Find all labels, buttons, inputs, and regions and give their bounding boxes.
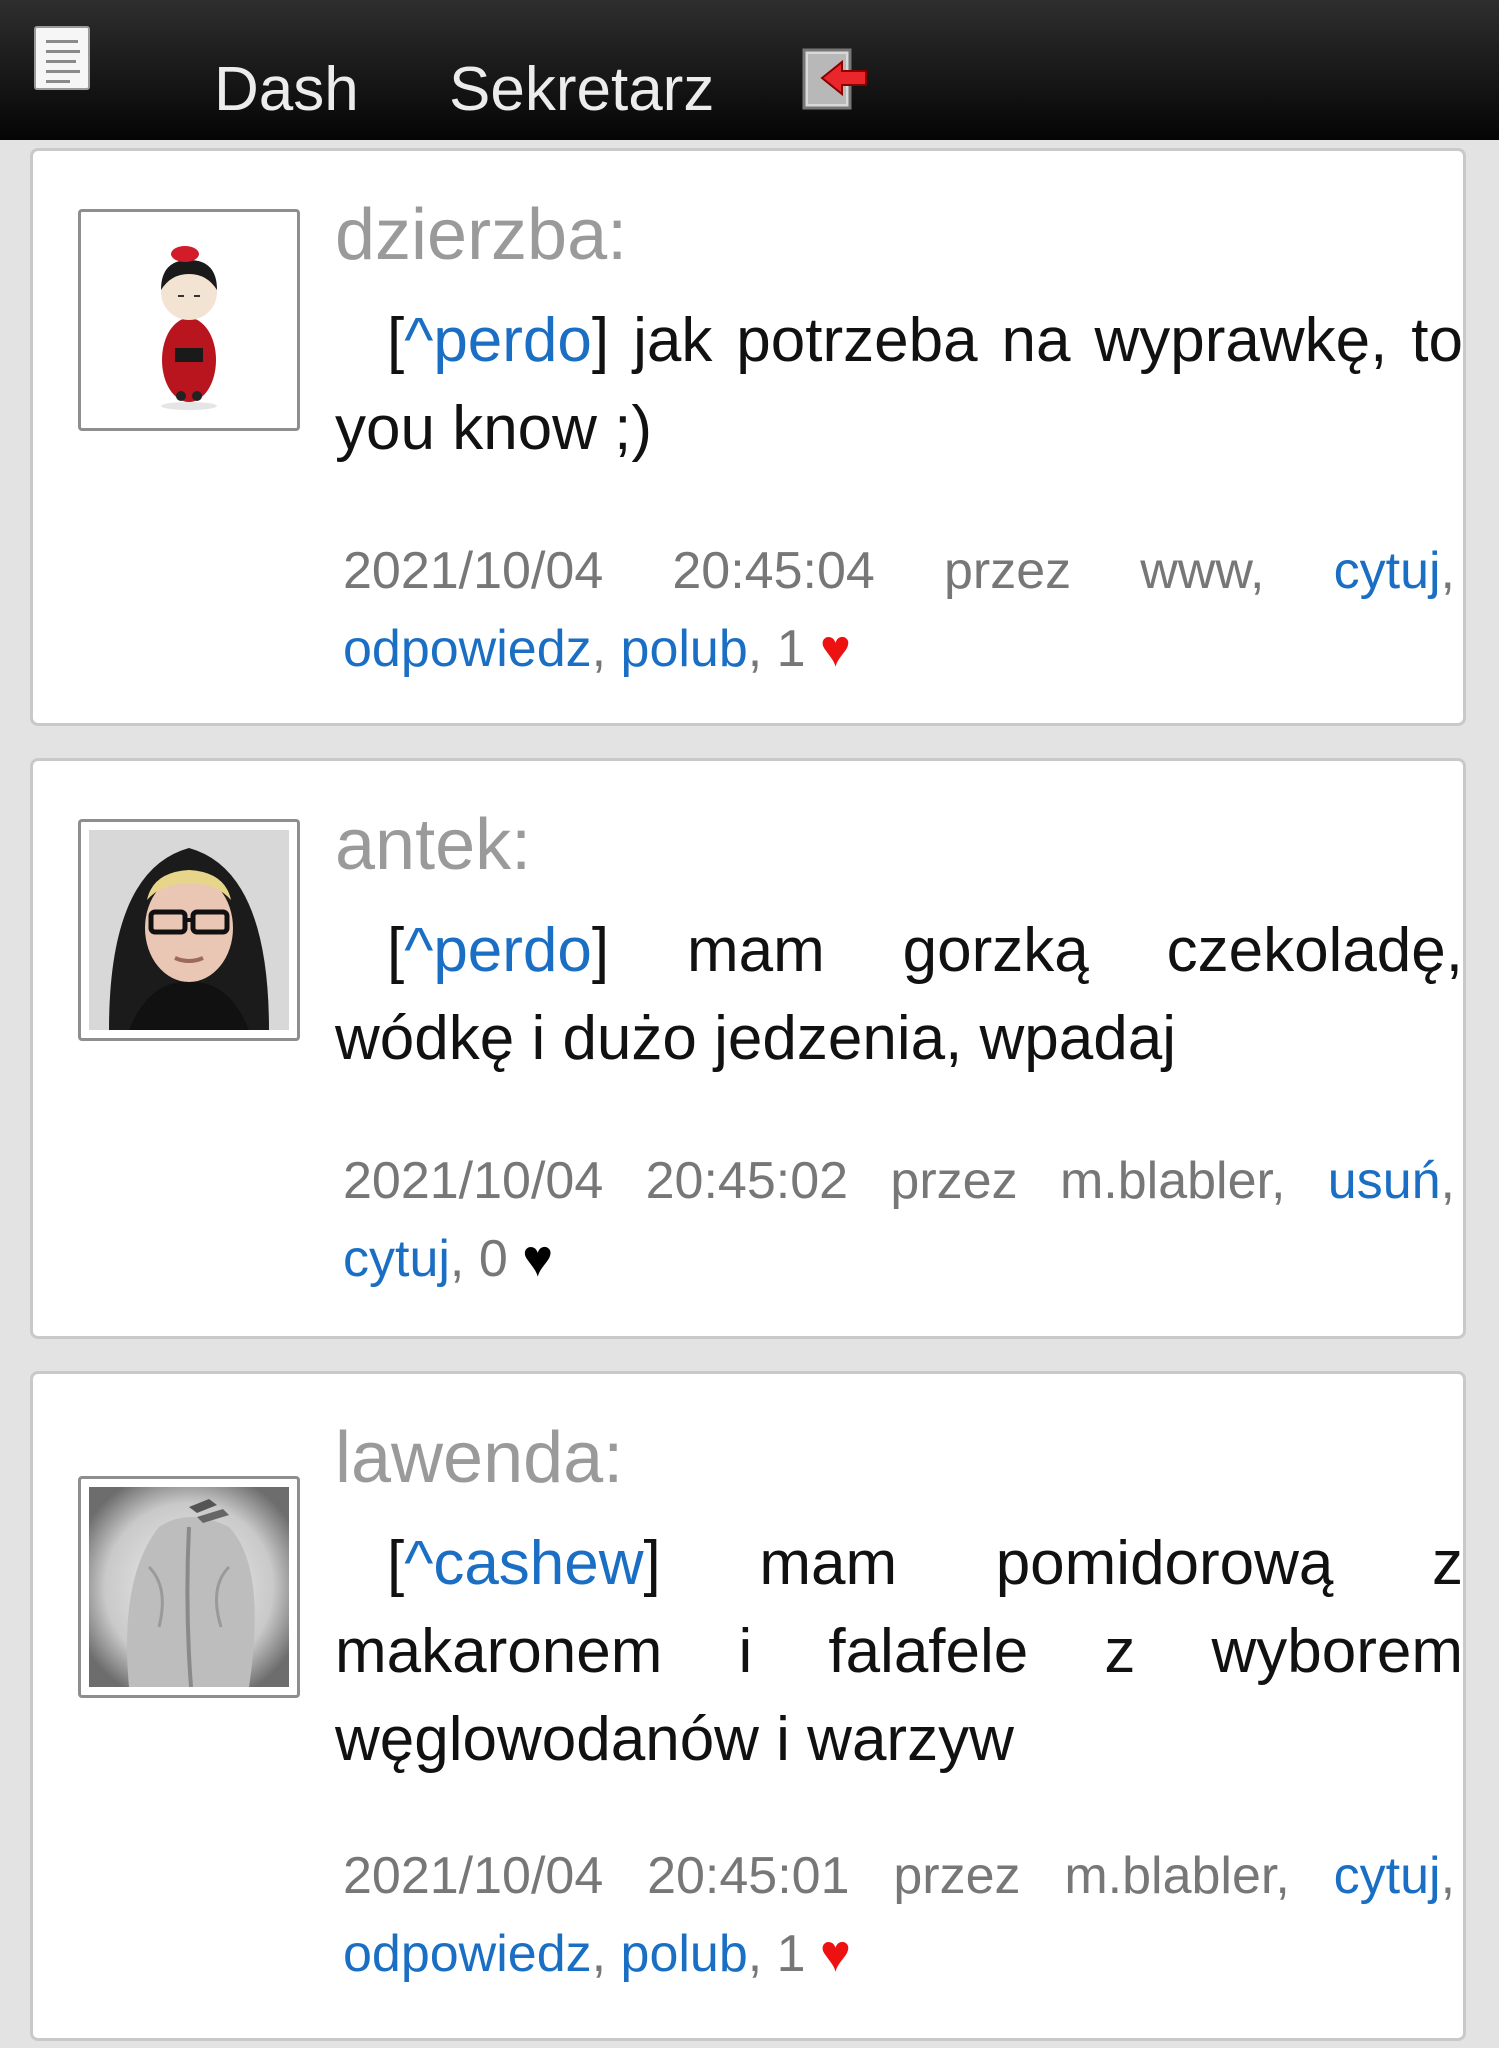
like-link[interactable]: polub	[621, 1925, 748, 1983]
quote-link[interactable]: cytuj	[1334, 542, 1441, 600]
mention-link[interactable]: ^perdo	[404, 306, 592, 375]
reply-link[interactable]: odpowiedz	[343, 620, 592, 678]
timestamp: 2021/10/04 20:45:01	[343, 1847, 850, 1905]
post-meta: 2021/10/04 20:45:04 przez www, cytuj, od…	[343, 542, 1455, 678]
post-author[interactable]: lawenda:	[335, 1418, 623, 1498]
quote-link[interactable]: cytuj	[1334, 1847, 1441, 1905]
heart-icon: ♥	[522, 1230, 554, 1288]
menu-icon[interactable]	[34, 26, 90, 90]
post-meta: 2021/10/04 20:45:01 przez m.blabler, cyt…	[343, 1847, 1456, 1983]
post-message: [^perdo] jak potrzeba na wyprawkę, to yo…	[335, 306, 1463, 463]
logout-icon[interactable]	[800, 44, 870, 112]
mention-link[interactable]: ^cashew	[404, 1529, 643, 1598]
like-link[interactable]: polub	[621, 620, 748, 678]
via-label: przez m.blabler,	[890, 1152, 1286, 1210]
nav-dash-link[interactable]: Dash	[214, 50, 359, 130]
like-count: 1	[776, 620, 806, 678]
nav-sekretarz-link[interactable]: Sekretarz	[449, 50, 714, 130]
timestamp: 2021/10/04 20:45:04	[343, 542, 875, 600]
delete-link[interactable]: usuń	[1328, 1152, 1441, 1210]
post-author[interactable]: antek:	[335, 805, 531, 885]
like-count: 1	[776, 1925, 806, 1983]
avatar[interactable]	[78, 1476, 300, 1698]
like-count: 0	[478, 1230, 508, 1288]
top-navigation-bar: Dash Sekretarz	[0, 0, 1499, 140]
timestamp: 2021/10/04 20:45:02	[343, 1152, 849, 1210]
post-author[interactable]: dzierzba:	[335, 195, 627, 275]
post-meta: 2021/10/04 20:45:02 przez m.blabler, usu…	[343, 1152, 1455, 1288]
via-label: przez www,	[943, 542, 1265, 600]
post-message: [^perdo] mam gorzką czekoladę, wódkę i d…	[335, 916, 1463, 1073]
heart-icon: ♥	[820, 620, 851, 678]
post-card: dzierzba: [^perdo] jak potrzeba na wypra…	[30, 148, 1466, 726]
avatar[interactable]	[78, 819, 300, 1041]
heart-icon: ♥	[820, 1925, 851, 1983]
post-card: lawenda: [^cashew] mam pomidorową z maka…	[30, 1371, 1466, 2041]
reply-link[interactable]: odpowiedz	[343, 1925, 592, 1983]
quote-link[interactable]: cytuj	[343, 1230, 450, 1288]
via-label: przez m.blabler,	[893, 1847, 1290, 1905]
mention-link[interactable]: ^perdo	[404, 916, 592, 985]
avatar[interactable]	[78, 209, 300, 431]
post-message: [^cashew] mam pomidorową z makaronem i f…	[335, 1529, 1463, 1774]
post-card: antek: [^perdo] mam gorzką czekoladę, wó…	[30, 758, 1466, 1339]
